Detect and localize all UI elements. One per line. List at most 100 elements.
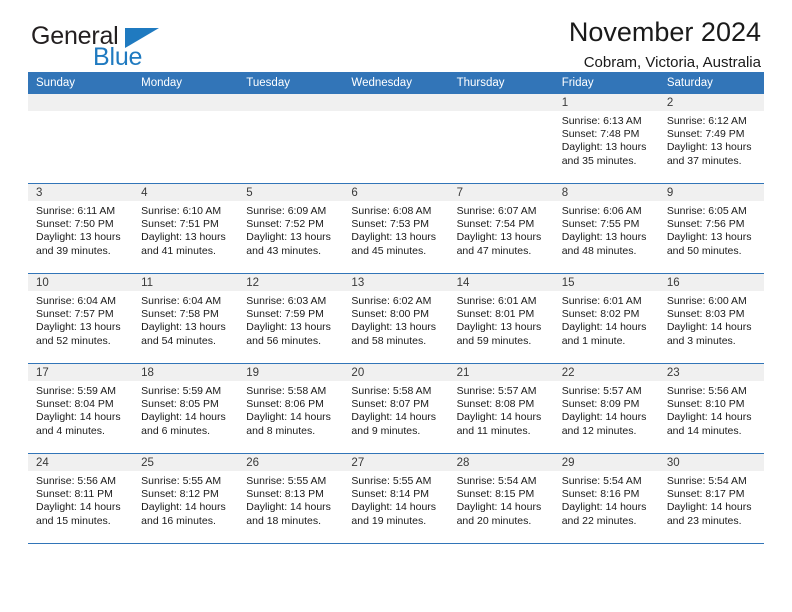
sunrise-time: Sunrise: 6:04 AM (141, 295, 222, 307)
sunrise-time: Sunrise: 6:01 AM (561, 295, 642, 307)
day-number: 2 (658, 94, 764, 111)
day-number: 8 (553, 184, 659, 201)
daylight-duration-line1: Daylight: 13 hours (561, 141, 647, 154)
calendar-day-cell[interactable]: 30 Sunrise: 5:54 AM Sunset: 8:17 PM Dayligh… (658, 453, 764, 544)
sunset-time: Sunset: 7:51 PM (141, 218, 219, 231)
daylight-duration-line1: Daylight: 14 hours (456, 411, 542, 424)
day-details: Sunrise: 6:12 AM Sunset: 7:49 PM Daylight:… (659, 111, 764, 168)
calendar-day-cell[interactable]: 1 Sunrise: 6:13 AM Sunset: 7:48 PM Daylight… (553, 94, 659, 184)
calendar-day-cell[interactable]: 2 Sunrise: 6:12 AM Sunset: 7:49 PM Daylight… (658, 94, 764, 184)
daylight-duration-line2: and 19 minutes. (351, 514, 427, 527)
calendar-day-cell[interactable]: 9 Sunrise: 6:05 AM Sunset: 7:56 PM Daylight… (658, 183, 764, 274)
page-header: General Blue November 2024 Cobram, Victo… (28, 0, 764, 72)
calendar-day-cell[interactable]: 22 Sunrise: 5:57 AM Sunset: 8:09 PM Dayligh… (553, 363, 659, 454)
calendar-day-cell[interactable]: 29 Sunrise: 5:54 AM Sunset: 8:16 PM Dayligh… (553, 453, 659, 544)
sunrise-time: Sunrise: 6:00 AM (666, 295, 747, 307)
day-details: Sunrise: 6:04 AM Sunset: 7:58 PM Daylight:… (133, 291, 238, 348)
day-number: 10 (28, 274, 134, 291)
day-number: 1 (553, 94, 659, 111)
daylight-duration-line1: Daylight: 13 hours (351, 231, 437, 244)
calendar-day-cell[interactable]: 27 Sunrise: 5:55 AM Sunset: 8:14 PM Dayligh… (343, 453, 449, 544)
calendar-day-cell[interactable]: 11 Sunrise: 6:04 AM Sunset: 7:58 PM Dayligh… (133, 273, 239, 364)
daylight-duration-line1: Daylight: 14 hours (351, 411, 437, 424)
calendar-day-cell[interactable]: 8 Sunrise: 6:06 AM Sunset: 7:55 PM Daylight… (553, 183, 659, 274)
calendar-day-cell[interactable]: 3 Sunrise: 6:11 AM Sunset: 7:50 PM Daylight… (28, 183, 134, 274)
calendar-day-cell[interactable]: 17 Sunrise: 5:59 AM Sunset: 8:04 PM Dayligh… (28, 363, 134, 454)
day-number: 6 (343, 184, 449, 201)
daylight-duration-line1: Daylight: 14 hours (141, 501, 226, 514)
day-details: Sunrise: 5:55 AM Sunset: 8:14 PM Daylight:… (343, 471, 448, 528)
day-number: 3 (28, 184, 134, 201)
daylight-duration-line2: and 39 minutes. (36, 244, 111, 257)
calendar-empty-cell (133, 94, 239, 184)
sunrise-time: Sunrise: 5:54 AM (561, 475, 642, 487)
day-number (28, 94, 134, 111)
calendar-week-row: 10 Sunrise: 6:04 AM Sunset: 7:57 PM Dayligh… (28, 273, 764, 364)
sunrise-time: Sunrise: 5:56 AM (36, 475, 116, 487)
sunset-time: Sunset: 8:16 PM (561, 488, 640, 501)
calendar-day-cell[interactable]: 6 Sunrise: 6:08 AM Sunset: 7:53 PM Daylight… (343, 183, 449, 274)
sunset-time: Sunset: 8:10 PM (666, 398, 745, 411)
daylight-duration-line1: Daylight: 14 hours (456, 501, 542, 514)
calendar-day-cell[interactable]: 25 Sunrise: 5:55 AM Sunset: 8:12 PM Dayligh… (133, 453, 239, 544)
calendar-day-cell[interactable]: 13 Sunrise: 6:02 AM Sunset: 8:00 PM Dayligh… (343, 273, 449, 364)
day-details: Sunrise: 6:03 AM Sunset: 7:59 PM Daylight:… (238, 291, 343, 348)
daylight-duration-line2: and 41 minutes. (141, 244, 216, 257)
calendar-empty-cell (448, 94, 554, 184)
sunrise-time: Sunrise: 5:57 AM (456, 385, 537, 397)
daylight-duration-line2: and 15 minutes. (36, 514, 111, 527)
sunrise-time: Sunrise: 5:57 AM (561, 385, 642, 397)
day-number: 19 (238, 364, 344, 381)
calendar-day-cell[interactable]: 21 Sunrise: 5:57 AM Sunset: 8:08 PM Dayligh… (448, 363, 554, 454)
day-details: Sunrise: 6:04 AM Sunset: 7:57 PM Daylight:… (28, 291, 133, 348)
day-number: 4 (133, 184, 239, 201)
sunset-time: Sunset: 8:09 PM (561, 398, 640, 411)
day-number: 24 (28, 454, 134, 471)
weekday-header-thursday: Thursday (448, 72, 554, 94)
calendar-day-cell[interactable]: 26 Sunrise: 5:55 AM Sunset: 8:13 PM Dayligh… (238, 453, 344, 544)
day-details: Sunrise: 5:58 AM Sunset: 8:06 PM Daylight:… (238, 381, 343, 438)
calendar-day-cell[interactable]: 18 Sunrise: 5:59 AM Sunset: 8:05 PM Dayligh… (133, 363, 239, 454)
calendar-day-cell[interactable]: 28 Sunrise: 5:54 AM Sunset: 8:15 PM Dayligh… (448, 453, 554, 544)
day-number: 18 (133, 364, 239, 381)
calendar-day-cell[interactable]: 19 Sunrise: 5:58 AM Sunset: 8:06 PM Dayligh… (238, 363, 344, 454)
calendar-day-cell[interactable]: 15 Sunrise: 6:01 AM Sunset: 8:02 PM Dayligh… (553, 273, 659, 364)
day-details: Sunrise: 6:13 AM Sunset: 7:48 PM Daylight:… (554, 111, 659, 168)
calendar-day-cell[interactable]: 24 Sunrise: 5:56 AM Sunset: 8:11 PM Dayligh… (28, 453, 134, 544)
sunset-time: Sunset: 8:02 PM (561, 308, 640, 321)
daylight-duration-line1: Daylight: 14 hours (246, 501, 331, 514)
sunrise-time: Sunrise: 5:59 AM (36, 385, 116, 397)
general-blue-logo[interactable]: General Blue (31, 22, 251, 74)
day-details: Sunrise: 5:56 AM Sunset: 8:11 PM Daylight:… (28, 471, 133, 528)
sunset-time: Sunset: 8:01 PM (456, 308, 535, 321)
calendar-day-cell[interactable]: 16 Sunrise: 6:00 AM Sunset: 8:03 PM Dayligh… (658, 273, 764, 364)
calendar-day-cell[interactable]: 23 Sunrise: 5:56 AM Sunset: 8:10 PM Dayligh… (658, 363, 764, 454)
daylight-duration-line2: and 14 minutes. (666, 424, 742, 437)
sunset-time: Sunset: 8:05 PM (141, 398, 219, 411)
daylight-duration-line2: and 50 minutes. (666, 244, 742, 257)
sunset-time: Sunset: 8:14 PM (351, 488, 430, 501)
day-details: Sunrise: 6:01 AM Sunset: 8:02 PM Daylight:… (554, 291, 659, 348)
calendar-day-cell[interactable]: 10 Sunrise: 6:04 AM Sunset: 7:57 PM Dayligh… (28, 273, 134, 364)
daylight-duration-line1: Daylight: 13 hours (246, 321, 331, 334)
calendar-day-cell[interactable]: 12 Sunrise: 6:03 AM Sunset: 7:59 PM Dayligh… (238, 273, 344, 364)
daylight-duration-line1: Daylight: 14 hours (561, 321, 647, 334)
daylight-duration-line2: and 52 minutes. (36, 334, 111, 347)
sunrise-time: Sunrise: 5:59 AM (141, 385, 222, 397)
calendar-day-cell[interactable]: 20 Sunrise: 5:58 AM Sunset: 8:07 PM Dayligh… (343, 363, 449, 454)
daylight-duration-line1: Daylight: 13 hours (456, 321, 542, 334)
calendar-grid: Sunday Monday Tuesday Wednesday Thursday… (28, 72, 764, 544)
sunset-time: Sunset: 8:12 PM (141, 488, 219, 501)
calendar-day-cell[interactable]: 5 Sunrise: 6:09 AM Sunset: 7:52 PM Daylight… (238, 183, 344, 274)
day-number: 7 (448, 184, 554, 201)
calendar-day-cell[interactable]: 14 Sunrise: 6:01 AM Sunset: 8:01 PM Dayligh… (448, 273, 554, 364)
day-number: 26 (238, 454, 344, 471)
sunset-time: Sunset: 7:48 PM (561, 128, 640, 141)
daylight-duration-line2: and 16 minutes. (141, 514, 216, 527)
calendar-day-cell[interactable]: 4 Sunrise: 6:10 AM Sunset: 7:51 PM Daylight… (133, 183, 239, 274)
sunset-time: Sunset: 8:06 PM (246, 398, 324, 411)
calendar-day-cell[interactable]: 7 Sunrise: 6:07 AM Sunset: 7:54 PM Daylight… (448, 183, 554, 274)
day-details: Sunrise: 5:54 AM Sunset: 8:15 PM Daylight:… (449, 471, 554, 528)
sunset-time: Sunset: 7:52 PM (246, 218, 324, 231)
day-details: Sunrise: 5:57 AM Sunset: 8:09 PM Daylight:… (554, 381, 659, 438)
